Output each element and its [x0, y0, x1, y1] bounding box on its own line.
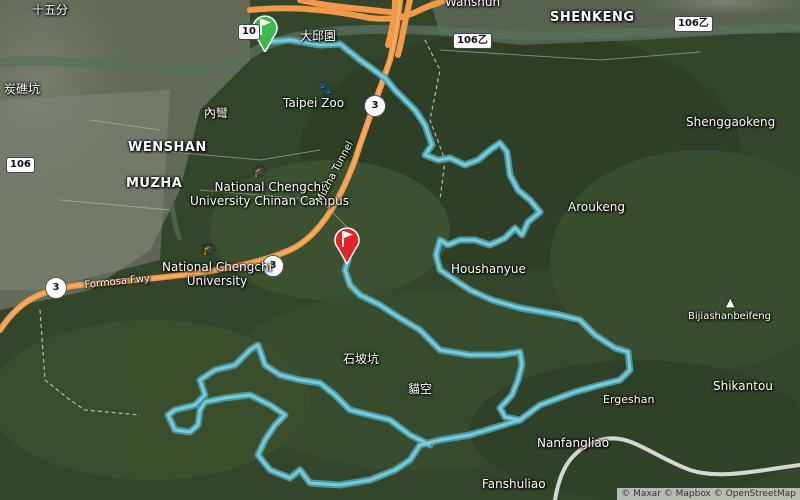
place-wanshun: Wanshun — [445, 0, 501, 9]
place-aroukeng: Aroukeng — [568, 200, 625, 214]
peak-icon: ▲ — [726, 296, 735, 309]
place-nanfangliao: Nanfangliao — [537, 436, 610, 450]
place-bijiashanbeifeng: Bijiashanbeifeng — [688, 311, 771, 322]
nccu-line1: National Chengchi — [162, 260, 272, 274]
place-neiwan: 內彎 — [204, 106, 229, 120]
route-106b-shield-east: 106乙 — [674, 16, 713, 32]
place-maokong: 貓空 — [408, 382, 433, 396]
nccu-line2: University — [186, 273, 248, 288]
place-shiwufen: 十五分 — [32, 3, 69, 17]
place-houshanyue: Houshanyue — [451, 262, 526, 276]
end-flag-icon[interactable] — [333, 224, 361, 268]
freeway-3-shield-west: 3 — [45, 277, 67, 299]
freeway-3-shield-zoo: 3 — [364, 95, 386, 117]
route-track — [164, 36, 634, 489]
zoo-icon: 🐾 — [318, 82, 332, 95]
route-106-shield: 106 — [6, 157, 35, 173]
district-wenshan: WENSHAN — [128, 140, 207, 155]
place-fanshuliao: Fanshuliao — [482, 477, 546, 491]
place-nccu: National Chengchi University — [162, 260, 272, 289]
route-106b-shield: 106乙 — [453, 33, 492, 49]
place-shipokeng: 石坡坑 — [343, 352, 380, 366]
place-shikantou: Shikantou — [713, 379, 773, 393]
school-icon-2: 🎓 — [202, 243, 216, 256]
place-taipei-zoo: Taipei Zoo — [283, 96, 345, 110]
nccu-chinan-line1: National Chengchi — [214, 180, 325, 194]
place-dakuyuan: 大邱園 — [300, 29, 337, 43]
map-view[interactable]: 106 106乙 106乙 10 3 3 3 🐾 🎓 🎓 ▲ 十五分 炭礁坑 W… — [0, 0, 800, 500]
place-tanliaokeng: 炭礁坑 — [4, 82, 41, 96]
place-ergeshan: Ergeshan — [603, 393, 655, 406]
school-icon: 🎓 — [253, 165, 267, 178]
district-shenkeng: SHENKENG — [550, 10, 635, 25]
district-muzha: MUZHA — [126, 176, 183, 191]
map-attribution[interactable]: © Maxar © Mapbox © OpenStreetMap — [617, 488, 800, 500]
place-shenggaokeng: Shenggaokeng — [686, 115, 776, 129]
route-10-shield: 10 — [238, 24, 260, 40]
